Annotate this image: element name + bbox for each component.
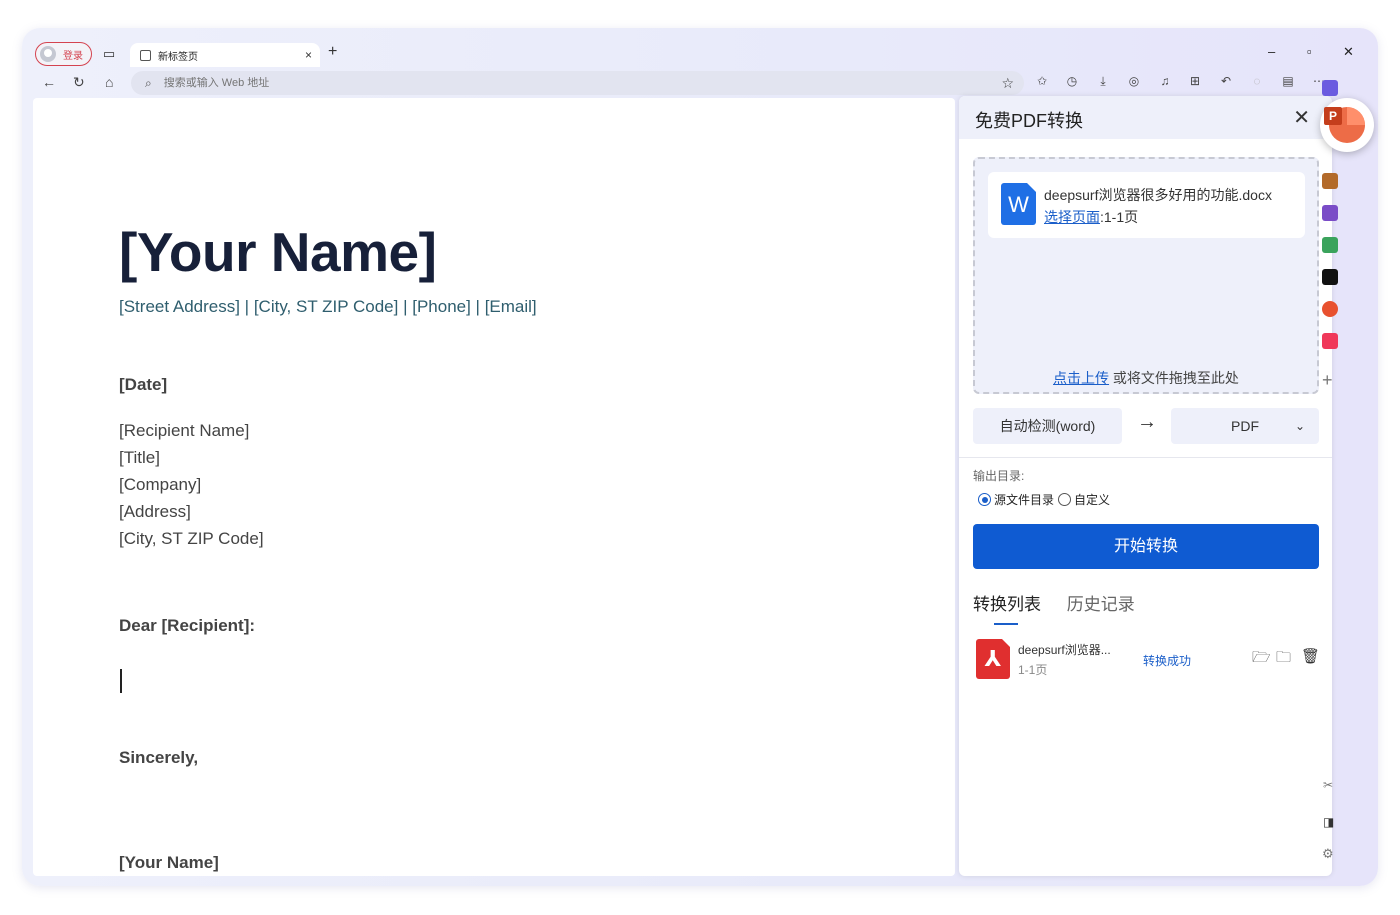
- pdf-convert-panel: 免费PDF转换 ✕ W deepsurf浏览器很多好用的功能.docx 选择页面…: [959, 96, 1332, 876]
- weibo-icon[interactable]: [1322, 301, 1338, 317]
- game-icon[interactable]: [1322, 205, 1338, 221]
- undo-icon[interactable]: ↶: [1217, 74, 1235, 88]
- login-button[interactable]: 登录: [35, 42, 92, 66]
- bell-icon[interactable]: ♫: [1156, 74, 1174, 88]
- word-file-icon: W: [1001, 183, 1036, 225]
- source-format-select[interactable]: 自动检测(word): [973, 408, 1122, 444]
- login-label: 登录: [63, 50, 83, 62]
- arrow-right-icon: →: [1137, 411, 1157, 433]
- close-icon[interactable]: ✕: [1293, 105, 1310, 130]
- folder-open-icon[interactable]: 🗁: [1252, 647, 1271, 672]
- upload-dropzone[interactable]: W deepsurf浏览器很多好用的功能.docx 选择页面:1-1页 点击上传…: [973, 157, 1319, 394]
- gear-icon[interactable]: ⚙: [1322, 846, 1334, 862]
- page-icon: [140, 49, 151, 61]
- doc-date: [Date]: [119, 375, 168, 394]
- doc-your-name: [Your Name]: [119, 221, 437, 283]
- file-card: W deepsurf浏览器很多好用的功能.docx 选择页面:1-1页: [988, 172, 1305, 238]
- tab-convert-list[interactable]: 转换列表: [973, 595, 1041, 614]
- file-pages: 选择页面:1-1页: [1044, 207, 1138, 227]
- chevron-down-icon: ⌄: [1294, 419, 1305, 433]
- home-icon[interactable]: ⌂: [105, 74, 113, 90]
- page-range: :1-1页: [1100, 209, 1139, 225]
- radio-custom-label: 自定义: [1074, 493, 1111, 507]
- start-convert-button[interactable]: 开始转换: [973, 524, 1319, 569]
- output-dir-options: 源文件目录 自定义: [978, 491, 1110, 508]
- doc-recipient-line: [Title]: [119, 448, 160, 467]
- wallet-icon[interactable]: ▤: [1279, 74, 1297, 88]
- doc-recipient-line: [Company]: [119, 475, 202, 494]
- powerpoint-icon[interactable]: P: [1320, 98, 1374, 152]
- panel-title: 免费PDF转换: [975, 111, 1083, 131]
- new-tab-button[interactable]: +: [328, 43, 337, 61]
- scissors-icon[interactable]: ✂: [1323, 778, 1333, 792]
- doc-closing: Sincerely,: [119, 748, 199, 767]
- divider: [959, 457, 1332, 458]
- tab-bar: 登录 ▭ 新标签页 × + – ▫ ✕: [22, 28, 1378, 68]
- search-icon: ⌕: [145, 75, 152, 90]
- doc-recipient-line: [Address]: [119, 502, 191, 521]
- back-arrow-icon[interactable]: ←: [42, 74, 56, 90]
- upload-hint-text: 或将文件拖拽至此处: [1109, 370, 1239, 386]
- doc-signature: [Your Name]: [119, 853, 219, 872]
- sidebar-toggle-icon[interactable]: ▭: [100, 44, 118, 64]
- conversion-pages: 1-1页: [1018, 663, 1048, 677]
- active-tab-indicator: [994, 623, 1018, 625]
- right-sidebar: + ✂ ◨ ⚙: [1316, 70, 1346, 861]
- download-icon[interactable]: ⤓: [1094, 74, 1112, 89]
- conversion-tabs: 转换列表 历史记录: [973, 590, 1135, 615]
- target-format-select[interactable]: PDF ⌄: [1171, 408, 1319, 444]
- tab-title: 新标签页: [158, 51, 198, 63]
- apps-icon[interactable]: ⊞: [1186, 74, 1204, 88]
- grid-apps-icon[interactable]: [1322, 237, 1338, 253]
- star-icon[interactable]: ☆: [1001, 75, 1014, 92]
- doc-recipient-line: [Recipient Name]: [119, 421, 250, 440]
- radio-custom-dir[interactable]: [1058, 493, 1072, 506]
- video-icon[interactable]: [1322, 333, 1338, 349]
- minimize-button[interactable]: –: [1268, 44, 1275, 59]
- upload-hint: 点击上传 或将文件拖拽至此处: [975, 368, 1317, 388]
- output-dir-label: 输出目录:: [973, 469, 1025, 483]
- radio-source-dir[interactable]: [978, 493, 991, 506]
- doc-contact-line: [Street Address] | [City, ST ZIP Code] |…: [119, 297, 537, 316]
- conversion-status: 转换成功: [1143, 654, 1192, 668]
- tab-history[interactable]: 历史记录: [1067, 595, 1135, 614]
- avatar-icon: [40, 46, 56, 62]
- conversion-row: ⅄ deepsurf浏览器... 1-1页 转换成功 🗁 🗀 🗑: [959, 636, 1332, 686]
- add-icon[interactable]: +: [1322, 370, 1333, 391]
- folder-icon[interactable]: 🗀: [1276, 647, 1291, 672]
- history-icon[interactable]: ◷: [1063, 74, 1081, 88]
- file-name: deepsurf浏览器很多好用的功能.docx: [1044, 187, 1272, 203]
- address-input[interactable]: [163, 77, 944, 89]
- panel-toggle-icon[interactable]: ◨: [1323, 815, 1334, 829]
- browser-window: 登录 ▭ 新标签页 × + – ▫ ✕ ← ↻ ⌂ ⌕ ☆ ✩ ◷ ⤓ ◎ ♫ …: [22, 28, 1378, 886]
- document-page[interactable]: [Your Name] [Street Address] | [City, ST…: [33, 98, 955, 876]
- select-pages-link[interactable]: 选择页面: [1044, 209, 1100, 225]
- maximize-button[interactable]: ▫: [1307, 44, 1312, 59]
- tab-new-tab[interactable]: 新标签页 ×: [130, 43, 320, 67]
- powerpoint-letter-icon: P: [1324, 107, 1342, 125]
- refresh-icon[interactable]: ↻: [73, 74, 85, 91]
- text-caret: [120, 669, 122, 693]
- tab-close-icon[interactable]: ×: [305, 48, 312, 62]
- screenshot-icon[interactable]: ◎: [1125, 74, 1143, 88]
- extension-icon[interactable]: ◌: [1248, 74, 1266, 88]
- target-format-value: PDF: [1231, 418, 1259, 434]
- translate-icon[interactable]: [1322, 80, 1338, 96]
- briefcase-icon[interactable]: [1322, 173, 1338, 189]
- address-bar[interactable]: ⌕ ☆: [131, 71, 1024, 95]
- radio-source-label: 源文件目录: [994, 493, 1055, 507]
- doc-salutation: Dear [Recipient]:: [119, 616, 256, 635]
- doc-recipient-line: [City, ST ZIP Code]: [119, 529, 264, 548]
- favorites-icon[interactable]: ✩: [1033, 74, 1051, 88]
- panel-header: 免费PDF转换 ✕: [959, 96, 1332, 139]
- tiktok-icon[interactable]: [1322, 269, 1338, 285]
- close-window-button[interactable]: ✕: [1343, 44, 1354, 60]
- upload-link[interactable]: 点击上传: [1053, 370, 1109, 386]
- conversion-file-name: deepsurf浏览器...: [1018, 643, 1111, 657]
- pdf-file-icon: ⅄: [976, 639, 1010, 679]
